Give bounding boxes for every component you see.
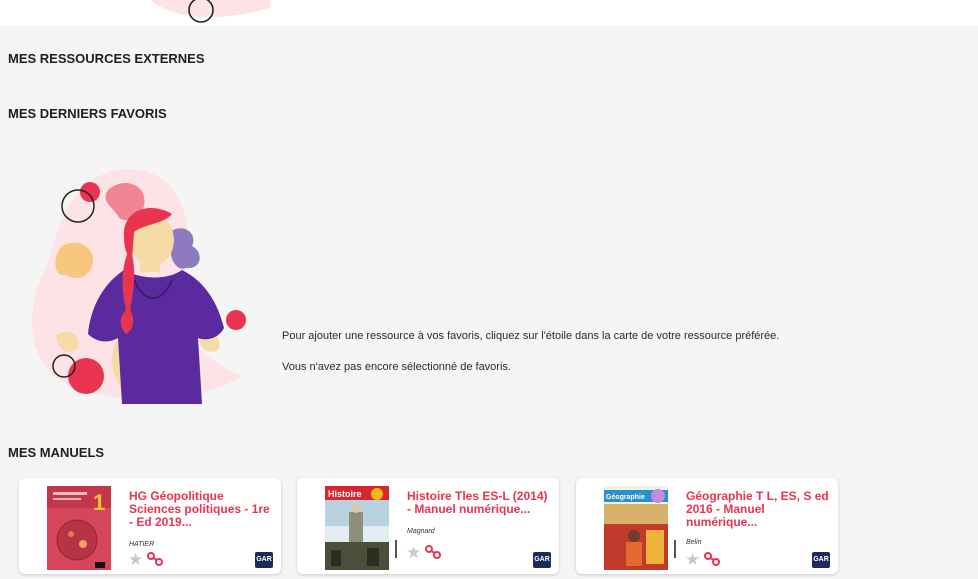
manual-cover: Géographie	[604, 486, 668, 570]
star-icon[interactable]: ★	[128, 551, 143, 568]
manual-publisher: HATIER	[129, 541, 155, 548]
gar-badge: GAR	[255, 552, 273, 568]
woman-illustration	[32, 169, 246, 404]
favorites-title: MES DERNIERS FAVORIS	[8, 106, 167, 121]
manuals-title: MES MANUELS	[8, 445, 105, 460]
manual-title[interactable]: HG Géopolitique Sciences politiques - 1r…	[129, 490, 275, 529]
manual-publisher: Belin	[686, 539, 702, 546]
divider	[395, 540, 397, 558]
empty-favorites-illustration	[22, 168, 262, 413]
manual-title[interactable]: Histoire Tles ES-L (2014) - Manuel numér…	[407, 490, 553, 516]
top-decoration	[150, 0, 270, 23]
manual-cover: 1	[47, 486, 111, 570]
manual-card[interactable]: Géographie Géographie T L, ES, S ed 2016…	[576, 478, 838, 574]
manual-card[interactable]: Histoire Histoire Tles ES-L (2014) - Man…	[297, 478, 559, 574]
gar-badge: GAR	[812, 552, 830, 568]
favorites-hint: Pour ajouter une ressource à vos favoris…	[282, 330, 780, 342]
star-icon[interactable]: ★	[406, 544, 421, 561]
link-icon[interactable]	[425, 545, 441, 559]
cover-title: Histoire	[328, 489, 362, 499]
cover-title: Géographie	[606, 494, 645, 501]
manual-title[interactable]: Géographie T L, ES, S ed 2016 - Manuel n…	[686, 490, 832, 529]
cover-number: 1	[93, 490, 105, 515]
star-icon[interactable]: ★	[685, 551, 700, 568]
manual-cover: Histoire	[325, 486, 389, 570]
link-icon[interactable]	[704, 552, 720, 566]
external-resources-title: MES RESSOURCES EXTERNES	[8, 51, 205, 66]
favorites-empty-message: Vous n'avez pas encore sélectionné de fa…	[282, 361, 511, 373]
top-banner-illustration	[0, 0, 978, 26]
divider	[674, 540, 676, 558]
gar-badge: GAR	[533, 552, 551, 568]
manual-card[interactable]: 1 HG Géopolitique Sciences politiques - …	[19, 478, 281, 574]
link-icon[interactable]	[147, 552, 163, 566]
manual-publisher: Magnard	[407, 528, 435, 535]
